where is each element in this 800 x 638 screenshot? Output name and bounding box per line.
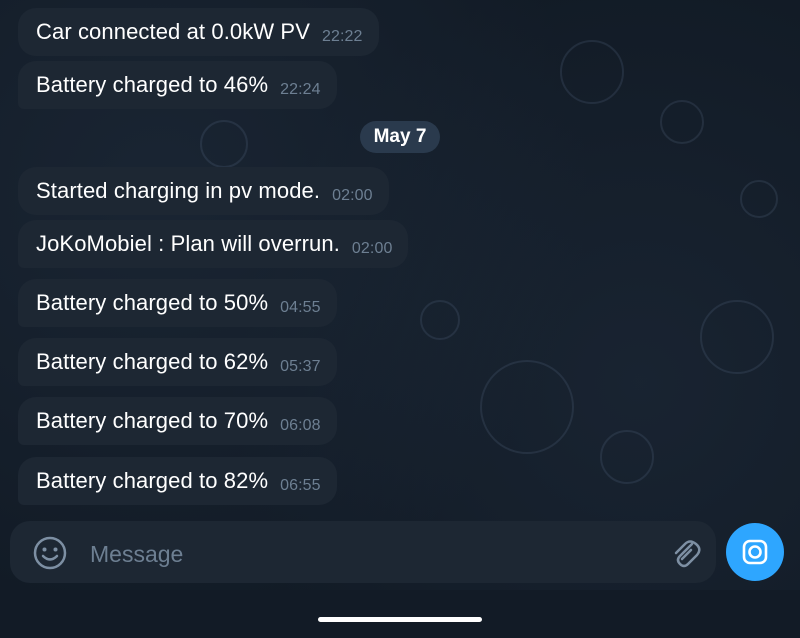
message-bubble[interactable]: Car connected at 0.0kW PV 22:22 (18, 8, 379, 56)
message-time: 02:00 (351, 240, 393, 257)
message-text: Started charging in pv mode. (36, 178, 321, 203)
message-time: 05:37 (280, 358, 321, 375)
message-time: 02:00 (332, 187, 373, 204)
message-list[interactable]: Car connected at 0.0kW PV 22:22 Battery … (0, 0, 800, 520)
home-indicator[interactable] (318, 617, 482, 622)
message-text: Battery charged to 46% (36, 72, 269, 97)
message-bubble[interactable]: Battery charged to 82% 06:55 (18, 457, 337, 505)
bottom-bar (0, 590, 800, 638)
message-bubble[interactable]: Battery charged to 46% 22:24 (18, 61, 337, 109)
message-bubble[interactable]: Battery charged to 50% 04:55 (18, 279, 337, 327)
message-text: Battery charged to 82% (36, 468, 269, 493)
message-composer (10, 521, 716, 583)
emoji-icon[interactable] (32, 535, 68, 571)
message-input[interactable] (88, 533, 652, 575)
message-time: 04:55 (280, 299, 321, 316)
message-text: Battery charged to 62% (36, 349, 269, 374)
message-text: JoKoMobiel : Plan will overrun. (36, 231, 340, 256)
message-time: 06:55 (280, 477, 321, 494)
camera-button[interactable] (726, 523, 784, 581)
message-text: Battery charged to 70% (36, 408, 269, 433)
message-text: Car connected at 0.0kW PV (36, 19, 310, 44)
message-time: 06:08 (280, 417, 321, 434)
message-bubble[interactable]: JoKoMobiel : Plan will overrun. 02:00 (18, 220, 409, 268)
message-time: 22:24 (280, 81, 321, 98)
date-separator: May 7 (360, 121, 440, 153)
message-bubble[interactable]: Battery charged to 70% 06:08 (18, 397, 337, 445)
message-text: Battery charged to 50% (36, 290, 269, 315)
message-bubble[interactable]: Started charging in pv mode. 02:00 (18, 167, 389, 215)
message-time: 22:22 (321, 28, 363, 45)
camera-icon (742, 539, 768, 565)
message-bubble[interactable]: Battery charged to 62% 05:37 (18, 338, 337, 386)
paperclip-icon[interactable] (668, 535, 704, 571)
